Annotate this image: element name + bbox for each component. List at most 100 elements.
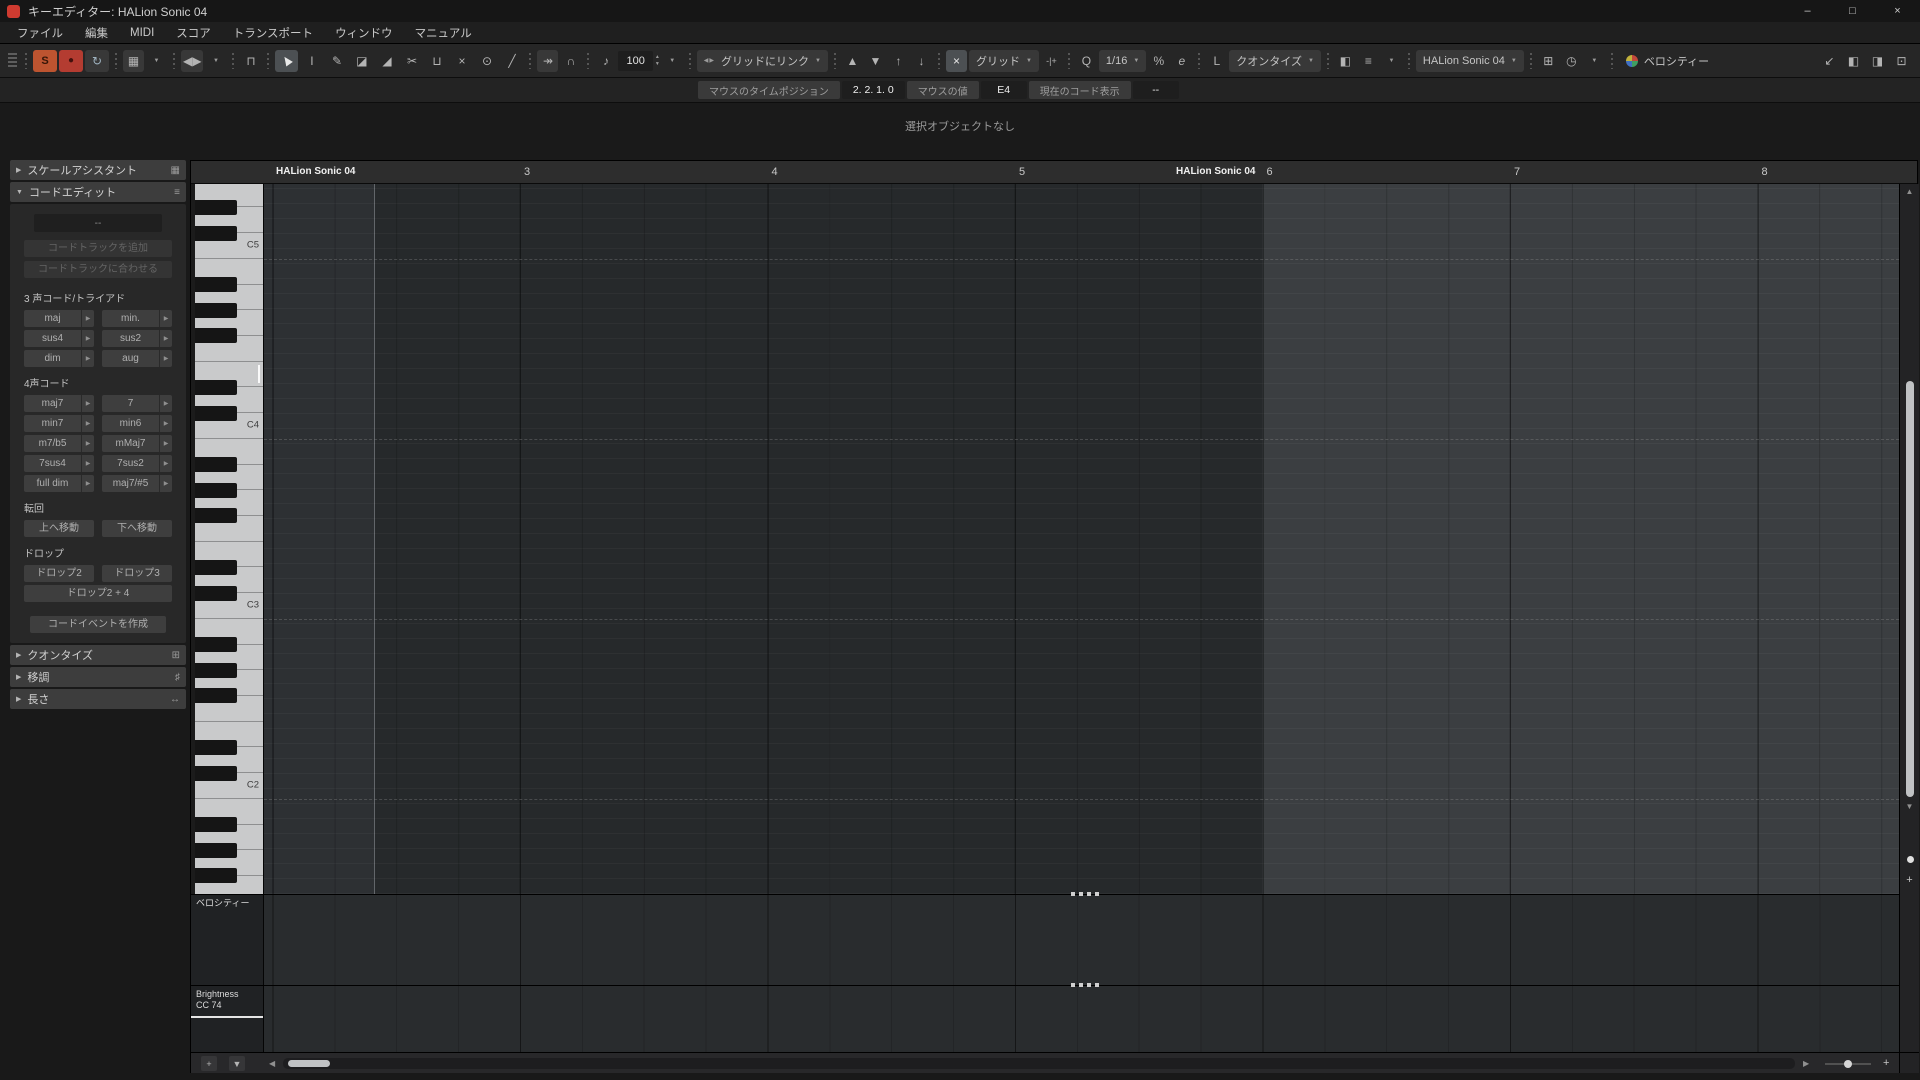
horizontal-zoom-handle[interactable] [1844,1060,1852,1068]
chord-options-arrow-icon[interactable]: ▶ [81,330,94,347]
chord-button-sus2[interactable]: sus2▶ [102,330,172,347]
time-format-button[interactable]: ◷ [1561,50,1582,72]
scroll-right-icon[interactable]: ▶ [1803,1059,1809,1068]
chord-button-min.[interactable]: min.▶ [102,310,172,327]
acoustic-feedback-button[interactable]: ↻ [85,50,109,72]
move-down-button[interactable]: 下へ移動 [102,520,172,537]
edit-mode-button[interactable]: ≡ [1358,50,1379,72]
vertical-scrollbar-thumb[interactable] [1906,381,1914,797]
chord-options-arrow-icon[interactable]: ▶ [159,455,172,472]
lane-resize-handle[interactable] [1071,983,1101,987]
piano-black-key[interactable] [195,868,237,883]
chord-options-arrow-icon[interactable]: ▶ [81,475,94,492]
piano-keyboard[interactable]: C5C4C3C2 [195,184,263,894]
step-down-button[interactable]: ▼ [865,50,886,72]
section-header-quantize[interactable]: ▶ クオンタイズ ⊞ [10,645,186,665]
section-header-scale-assistant[interactable]: ▶ スケールアシスタント ▦ [10,160,186,180]
piano-black-key[interactable] [195,817,237,832]
piano-black-key[interactable] [195,766,237,781]
chord-options-arrow-icon[interactable]: ▶ [81,415,94,432]
display-options-button[interactable]: ▦ [123,50,144,72]
horizontal-zoom-in-icon[interactable]: + [1883,1057,1889,1069]
piano-black-key[interactable] [195,406,237,421]
velocity-lane-body[interactable] [264,895,1899,985]
move-up-button[interactable]: 上へ移動 [24,520,94,537]
drop2-button[interactable]: ドロップ2 [24,565,94,582]
menu-item-3[interactable]: スコア [165,25,222,41]
match-chord-track-button[interactable]: コードトラックに合わせる [24,261,172,278]
grid-link-dropdown[interactable]: ◀▶ グリッドにリンク ▼ [697,50,828,72]
grid-type-dropdown[interactable]: グリッド ▼ [969,50,1039,72]
note-expression-button[interactable]: ◧ [1335,50,1356,72]
draw-tool[interactable]: ✎ [325,50,348,72]
section-header-transpose[interactable]: ▶ 移調 ♯ [10,667,186,687]
lane-menu-button[interactable]: ▼ [229,1056,245,1071]
maximize-button[interactable]: □ [1830,0,1875,22]
drop2-4-button[interactable]: ドロップ2 + 4 [24,585,172,602]
split-tool[interactable]: ✂ [400,50,423,72]
snap-toggle[interactable]: × [946,50,967,72]
piano-black-key[interactable] [195,277,237,292]
chord-button-min6[interactable]: min6▶ [102,415,172,432]
auto-scroll-button[interactable]: ↠ [537,50,558,72]
scroll-left-icon[interactable]: ◀ [269,1059,275,1068]
quantize-panel-button[interactable]: e [1171,50,1192,72]
chord-button-7sus2[interactable]: 7sus2▶ [102,455,172,472]
toolbar-grip[interactable] [8,53,17,69]
select-tool[interactable] [275,50,298,72]
chord-options-arrow-icon[interactable]: ▶ [159,330,172,347]
piano-black-key[interactable] [195,663,237,678]
independent-loop-button[interactable]: ∩ [560,50,581,72]
menu-item-5[interactable]: ウィンドウ [324,25,404,41]
event-colors-dropdown[interactable]: ベロシティー [1619,50,1716,72]
horizontal-scrollbar-track[interactable] [283,1058,1795,1069]
right-zone-toggle-button[interactable]: ◨ [1867,50,1888,72]
piano-black-key[interactable] [195,328,237,343]
chord-options-arrow-icon[interactable]: ▶ [159,395,172,412]
piano-black-key[interactable] [195,586,237,601]
close-button[interactable]: × [1875,0,1920,22]
solo-editor-button[interactable]: S [33,50,57,72]
chord-button-7[interactable]: 7▶ [102,395,172,412]
info-value[interactable]: -- [1133,81,1179,99]
erase-tool[interactable]: ◪ [350,50,373,72]
chord-button-maj[interactable]: maj▶ [24,310,94,327]
scroll-settings-button[interactable]: ◀▶ [181,50,203,72]
piano-black-key[interactable] [195,457,237,472]
part-selector-dropdown[interactable]: HALion Sonic 04 ▼ [1416,50,1524,72]
insert-velocity-field[interactable]: 100 [618,51,652,71]
spinner-down-icon[interactable]: ▼ [655,62,660,67]
menu-item-6[interactable]: マニュアル [404,25,483,41]
chord-button-fulldim[interactable]: full dim▶ [24,475,94,492]
chord-options-arrow-icon[interactable]: ▶ [81,435,94,452]
section-header-length[interactable]: ▶ 長さ ↔ [10,689,186,709]
horizontal-scrollbar-thumb[interactable] [288,1060,330,1067]
scroll-up-icon[interactable]: ▲ [1900,187,1919,196]
grid-overlay-button[interactable]: ⊞ [1538,50,1559,72]
scroll-down-icon[interactable]: ▼ [1900,802,1919,811]
cc-lane-body[interactable] [264,986,1899,1052]
piano-black-key[interactable] [195,303,237,318]
vertical-zoom-handle[interactable] [1907,856,1914,863]
part-borders-button[interactable]: ⊓ [240,50,261,72]
transpose-up-button[interactable]: ↑ [888,50,909,72]
menu-item-2[interactable]: MIDI [119,27,165,39]
piano-black-key[interactable] [195,483,237,498]
mute-tool[interactable]: × [450,50,473,72]
note-display-area[interactable] [264,184,1899,894]
left-zone-toggle-button[interactable]: ◧ [1843,50,1864,72]
chord-options-arrow-icon[interactable]: ▶ [81,455,94,472]
apply-quantize-button[interactable]: Q [1076,50,1097,72]
minimize-button[interactable]: – [1785,0,1830,22]
chord-button-aug[interactable]: aug▶ [102,350,172,367]
spinner-up-icon[interactable]: ▲ [655,55,660,60]
chord-options-arrow-icon[interactable]: ▶ [81,350,94,367]
lane-resize-handle[interactable] [1071,892,1101,896]
glue-tool[interactable]: ⊔ [425,50,448,72]
vertical-zoom-in-icon[interactable]: + [1900,874,1919,886]
chord-edit-menu-icon[interactable]: ≡ [174,187,180,198]
time-format-caret-icon[interactable]: ▼ [1584,50,1605,72]
soft-quantize-button[interactable]: % [1148,50,1169,72]
add-lane-button[interactable]: + [201,1056,217,1071]
velocity-caret-icon[interactable]: ▼ [662,50,683,72]
